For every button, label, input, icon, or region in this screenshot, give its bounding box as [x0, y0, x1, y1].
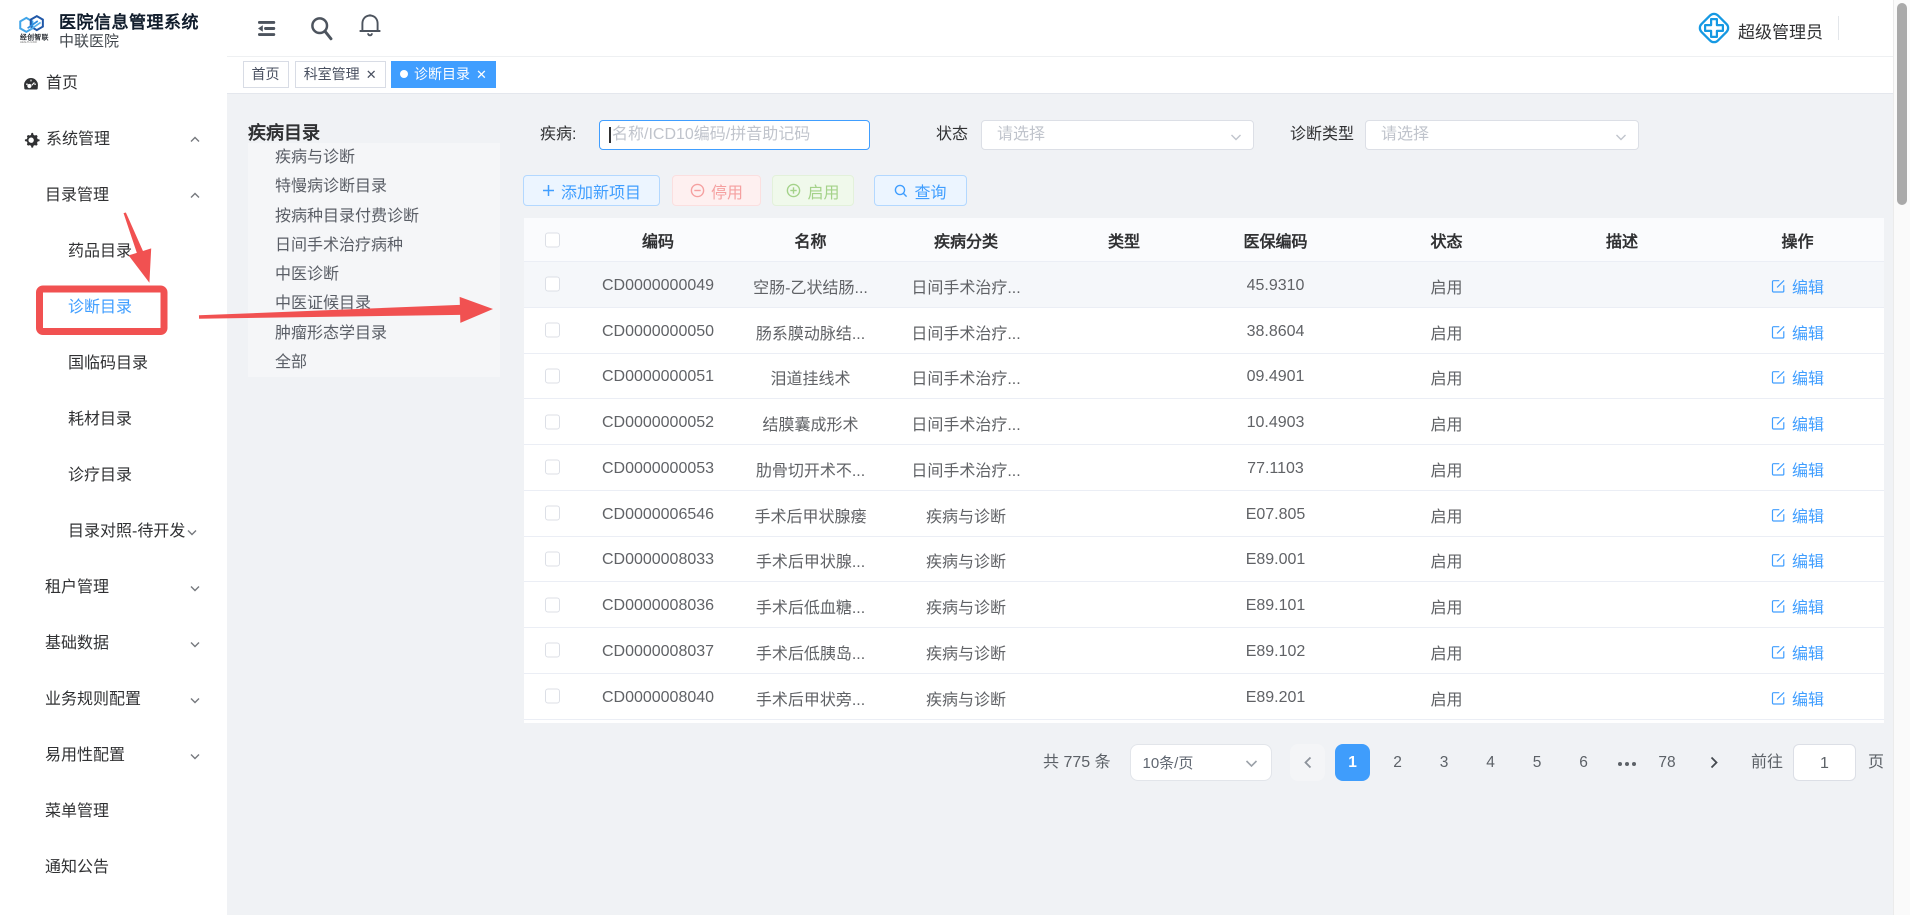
svg-text:HEALTH LINK: HEALTH LINK [20, 40, 37, 44]
